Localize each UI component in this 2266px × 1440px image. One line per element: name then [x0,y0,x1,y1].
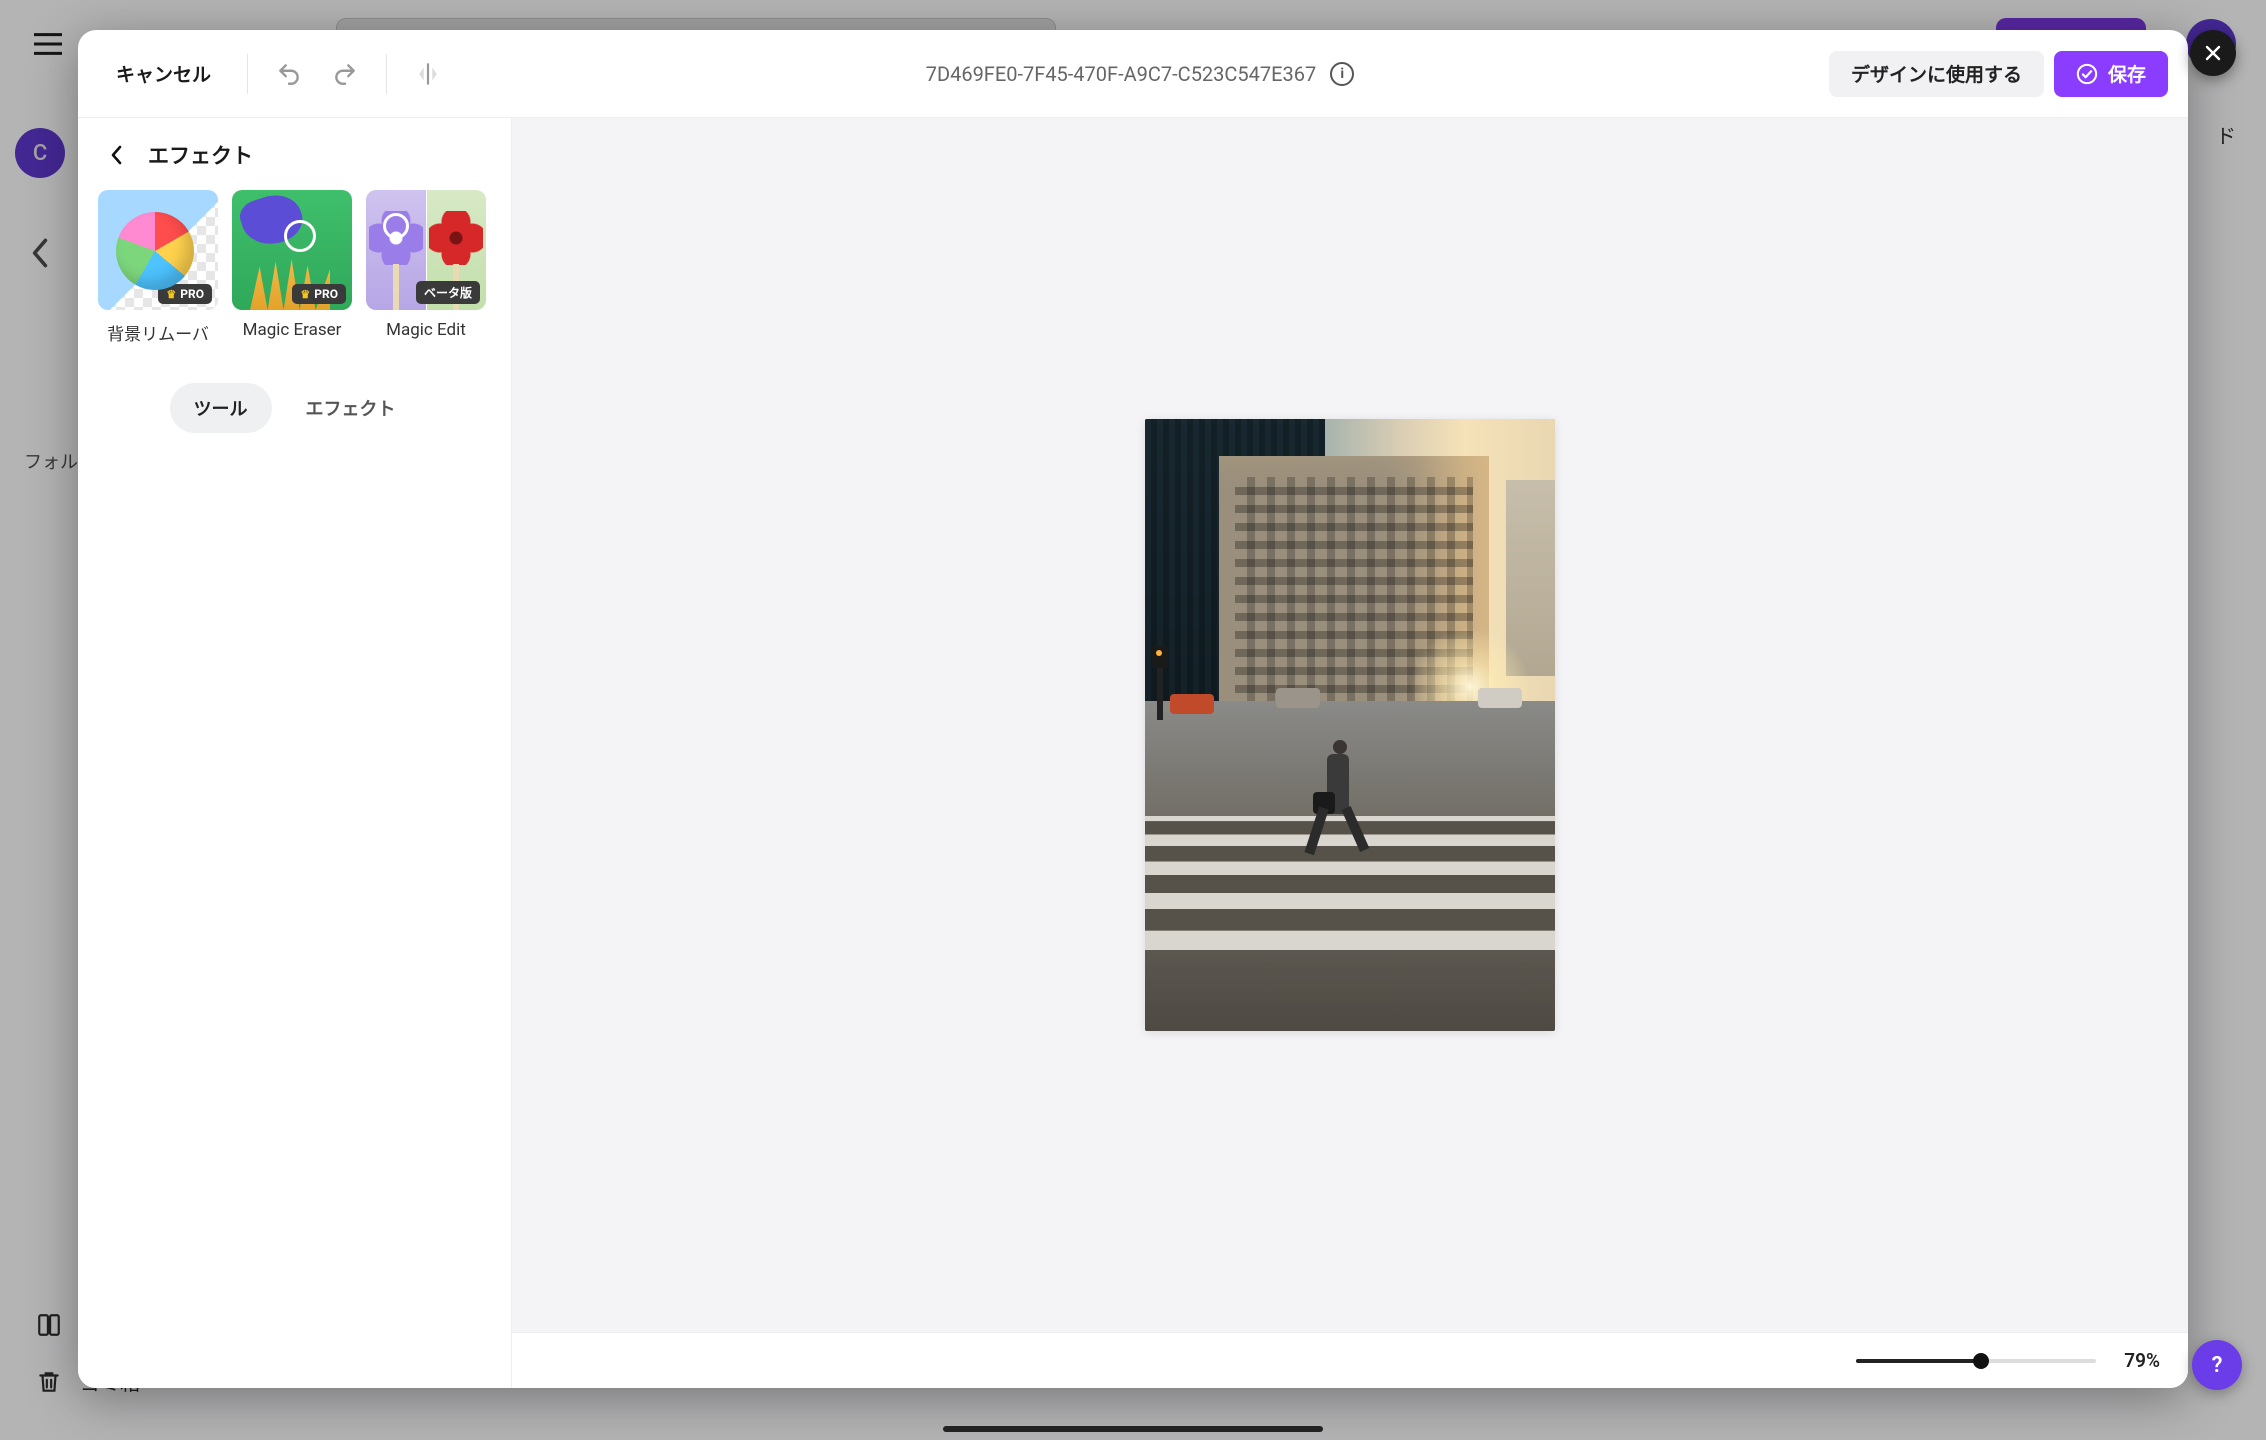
image-editor-modal: キャンセル 7D469FE0-7F45-470F-A9C7-C523C547E3… [78,30,2188,1388]
effects-tabs: ツール エフェクト [78,383,511,433]
save-button[interactable]: 保存 [2054,51,2168,97]
edited-image[interactable] [1145,419,1555,1031]
zoom-thumb[interactable] [1973,1353,1989,1369]
info-icon[interactable]: i [1330,62,1354,86]
effect-magic-eraser[interactable]: ♛PRO Magic Eraser [232,190,352,345]
home-indicator [943,1426,1323,1432]
effects-panel: エフェクト ♛PRO 背景リムーバ ♛PRO Magic Eraser [78,118,512,1388]
use-in-design-button[interactable]: デザインに使用する [1829,51,2044,97]
zoom-slider[interactable] [1856,1359,2096,1363]
crown-icon: ♛ [166,288,176,301]
effect-label: Magic Edit [386,320,466,340]
help-button[interactable]: ? [2192,1340,2242,1390]
pro-badge: ♛PRO [158,284,212,304]
back-button[interactable] [102,141,130,169]
editor-toolbar: キャンセル 7D469FE0-7F45-470F-A9C7-C523C547E3… [78,30,2188,118]
crown-icon: ♛ [300,288,310,301]
zoom-value: 79% [2124,1349,2160,1372]
effect-thumb: ♛PRO [232,190,352,310]
effect-thumb: ベータ版 [366,190,486,310]
undo-button[interactable] [266,51,312,97]
effect-label: 背景リムーバ [107,320,209,345]
close-modal-button[interactable] [2190,30,2236,76]
effect-magic-edit[interactable]: ベータ版 Magic Edit [366,190,486,345]
beta-badge: ベータ版 [416,281,480,304]
pro-badge: ♛PRO [292,284,346,304]
file-title: 7D469FE0-7F45-470F-A9C7-C523C547E367 i [461,62,1819,86]
canvas-area: 79% [512,118,2188,1388]
file-title-text: 7D469FE0-7F45-470F-A9C7-C523C547E367 [926,62,1317,86]
tab-tools[interactable]: ツール [170,383,272,433]
check-circle-icon [2076,63,2098,85]
effect-bg-remover[interactable]: ♛PRO 背景リムーバ [98,190,218,345]
effects-title: エフェクト [148,140,253,170]
zoom-bar: 79% [512,1332,2188,1388]
save-label: 保存 [2108,60,2146,87]
toolbar-divider [247,54,248,94]
toolbar-divider [386,54,387,94]
flip-button[interactable] [405,51,451,97]
redo-button[interactable] [322,51,368,97]
tab-effects[interactable]: エフェクト [282,383,420,433]
effect-label: Magic Eraser [243,320,342,340]
canvas-viewport[interactable] [512,118,2188,1332]
close-icon [2203,43,2223,63]
cancel-button[interactable]: キャンセル [98,51,229,97]
effect-thumb: ♛PRO [98,190,218,310]
